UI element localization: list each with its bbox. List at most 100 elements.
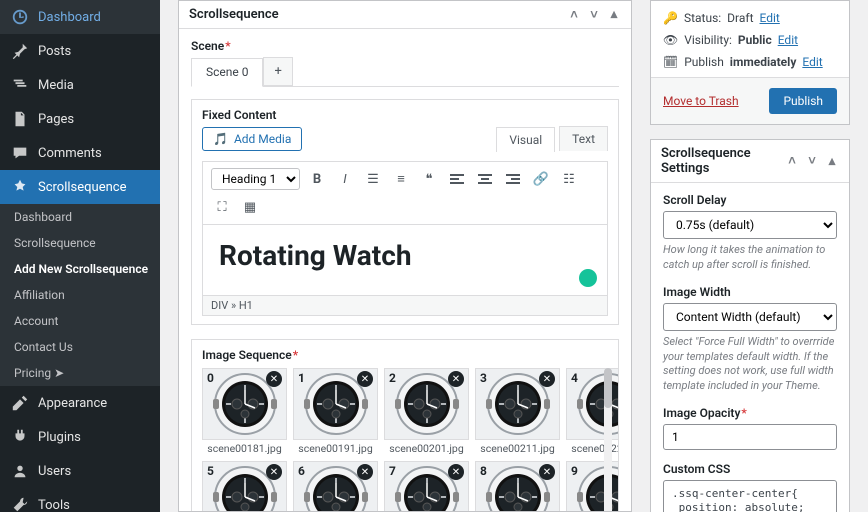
editor-content[interactable]: Rotating Watch xyxy=(203,225,607,295)
scroll-delay-select[interactable]: 0.75s (default) xyxy=(663,211,837,239)
thumb-filename: scene00181.jpg xyxy=(202,440,287,457)
align-left-icon[interactable] xyxy=(446,168,468,190)
sidebar-item-posts[interactable]: Posts xyxy=(0,34,160,68)
page-icon xyxy=(10,109,30,129)
image-thumb[interactable]: 3 ✕ scene00211.jpg xyxy=(475,368,560,457)
caret-down-icon[interactable]: ˅ xyxy=(587,8,601,22)
tools-icon xyxy=(10,495,30,512)
tab-text[interactable]: Text xyxy=(559,126,608,151)
add-media-label: Add Media xyxy=(234,132,291,146)
submenu-pricing[interactable]: Pricing ➤ xyxy=(0,360,160,386)
thumb-index: 1 xyxy=(298,371,305,385)
remove-thumb-icon[interactable]: ✕ xyxy=(266,464,282,480)
remove-thumb-icon[interactable]: ✕ xyxy=(448,371,464,387)
remove-thumb-icon[interactable]: ✕ xyxy=(448,464,464,480)
image-opacity-input[interactable] xyxy=(663,424,837,450)
status-label: Status: xyxy=(684,11,721,25)
sidebar-item-scrollsequence[interactable]: Scrollsequence xyxy=(0,170,160,204)
bullet-list-icon[interactable]: ☰ xyxy=(362,168,384,190)
submenu-affiliation[interactable]: Affiliation xyxy=(0,282,160,308)
remove-thumb-icon[interactable]: ✕ xyxy=(539,371,555,387)
image-thumb[interactable]: 7 ✕ scene00251.jpg xyxy=(384,461,469,511)
toggle-panel-icon[interactable]: ▴ xyxy=(825,154,839,168)
custom-css-label: Custom CSS xyxy=(663,462,837,476)
tab-visual[interactable]: Visual xyxy=(496,127,555,152)
submenu-scrollsequence[interactable]: Scrollsequence xyxy=(0,230,160,256)
link-icon[interactable]: 🔗 xyxy=(530,168,552,190)
thumb-index: 7 xyxy=(389,464,396,478)
sidebar-item-label: Scrollsequence xyxy=(38,180,126,195)
image-thumb[interactable]: 0 ✕ scene00181.jpg xyxy=(202,368,287,457)
content-heading: Rotating Watch xyxy=(219,239,591,272)
custom-css-textarea[interactable]: .ssq-center-center{ position: absolute; … xyxy=(663,480,837,512)
image-thumb[interactable]: 1 ✕ scene00191.jpg xyxy=(293,368,378,457)
thumb-index: 5 xyxy=(207,464,214,478)
readmore-icon[interactable]: ☷ xyxy=(558,168,580,190)
thumb-index: 8 xyxy=(480,464,487,478)
fixed-content-label: Fixed Content xyxy=(202,108,608,122)
remove-thumb-icon[interactable]: ✕ xyxy=(266,371,282,387)
sidebar-item-pages[interactable]: Pages xyxy=(0,102,160,136)
sidebar-item-dashboard[interactable]: Dashboard xyxy=(0,0,160,34)
image-width-help: Select "Force Full Width" to overrride y… xyxy=(663,335,837,394)
sidebar-item-users[interactable]: Users xyxy=(0,454,160,488)
sidebar-item-plugins[interactable]: Plugins xyxy=(0,420,160,454)
image-width-select[interactable]: Content Width (default) xyxy=(663,303,837,331)
remove-thumb-icon[interactable]: ✕ xyxy=(539,464,555,480)
caret-up-icon[interactable]: ˄ xyxy=(567,8,581,22)
submenu-add-new[interactable]: Add New Scrollsequence xyxy=(0,256,160,282)
thumb-index: 4 xyxy=(571,371,578,385)
italic-icon[interactable]: I xyxy=(334,168,356,190)
thumbs-scrollbar[interactable] xyxy=(604,368,612,511)
scene-tab-0[interactable]: Scene 0 xyxy=(191,58,263,87)
move-to-trash-link[interactable]: Move to Trash xyxy=(663,94,739,108)
visibility-edit-link[interactable]: Edit xyxy=(778,33,798,47)
fullscreen-icon[interactable]: ⛶ xyxy=(211,196,233,218)
format-select[interactable]: Heading 1 xyxy=(211,168,300,190)
image-width-label: Image Width xyxy=(663,285,837,299)
blockquote-icon[interactable]: ❝ xyxy=(418,168,440,190)
sidebar-item-comments[interactable]: Comments xyxy=(0,136,160,170)
sidebar-submenu: Dashboard Scrollsequence Add New Scrolls… xyxy=(0,204,160,386)
image-opacity-label: Image Opacity xyxy=(663,406,837,420)
numbered-list-icon[interactable]: ≡ xyxy=(390,168,412,190)
submenu-dashboard[interactable]: Dashboard xyxy=(0,204,160,230)
image-thumb[interactable]: 5 ✕ scene00231.jpg xyxy=(202,461,287,511)
thumb-filename: scene00191.jpg xyxy=(293,440,378,457)
remove-thumb-icon[interactable]: ✕ xyxy=(357,464,373,480)
sidebar-item-label: Plugins xyxy=(38,430,81,445)
image-thumb[interactable]: 8 ✕ scene00261.jpg xyxy=(475,461,560,511)
media-icon: 🎵 xyxy=(213,132,228,146)
status-edit-link[interactable]: Edit xyxy=(760,11,780,25)
plugin-icon xyxy=(10,427,30,447)
scene-label: Scene xyxy=(191,39,619,53)
thumb-index: 2 xyxy=(389,371,396,385)
comment-icon xyxy=(10,143,30,163)
caret-down-icon[interactable]: ˅ xyxy=(805,154,819,168)
status-value: Draft xyxy=(727,11,753,25)
align-right-icon[interactable] xyxy=(502,168,524,190)
thumb-index: 0 xyxy=(207,371,214,385)
sidebar-item-appearance[interactable]: Appearance xyxy=(0,386,160,420)
image-thumbnails: 0 ✕ scene00181.jpg 1 ✕ scene00191.jpg 2 … xyxy=(202,368,608,511)
align-center-icon[interactable] xyxy=(474,168,496,190)
image-thumb[interactable]: 2 ✕ scene00201.jpg xyxy=(384,368,469,457)
image-thumb[interactable]: 6 ✕ scene00241.jpg xyxy=(293,461,378,511)
publish-edit-link[interactable]: Edit xyxy=(802,55,822,69)
add-media-button[interactable]: 🎵 Add Media xyxy=(202,127,302,151)
toolbar-toggle-icon[interactable]: ▦ xyxy=(239,196,261,218)
image-sequence-label: Image Sequence xyxy=(202,348,608,362)
pin-icon xyxy=(10,41,30,61)
submenu-contact[interactable]: Contact Us xyxy=(0,334,160,360)
toggle-panel-icon[interactable]: ▴ xyxy=(607,8,621,22)
submenu-account[interactable]: Account xyxy=(0,308,160,334)
publish-button[interactable]: Publish xyxy=(769,88,837,114)
scene-add-button[interactable]: + xyxy=(263,57,292,86)
grammarly-icon[interactable] xyxy=(579,269,597,287)
sidebar-item-tools[interactable]: Tools xyxy=(0,488,160,512)
sidebar-item-media[interactable]: Media xyxy=(0,68,160,102)
remove-thumb-icon[interactable]: ✕ xyxy=(357,371,373,387)
element-path[interactable]: DIV » H1 xyxy=(203,295,607,315)
caret-up-icon[interactable]: ˄ xyxy=(785,154,799,168)
bold-icon[interactable]: B xyxy=(306,168,328,190)
